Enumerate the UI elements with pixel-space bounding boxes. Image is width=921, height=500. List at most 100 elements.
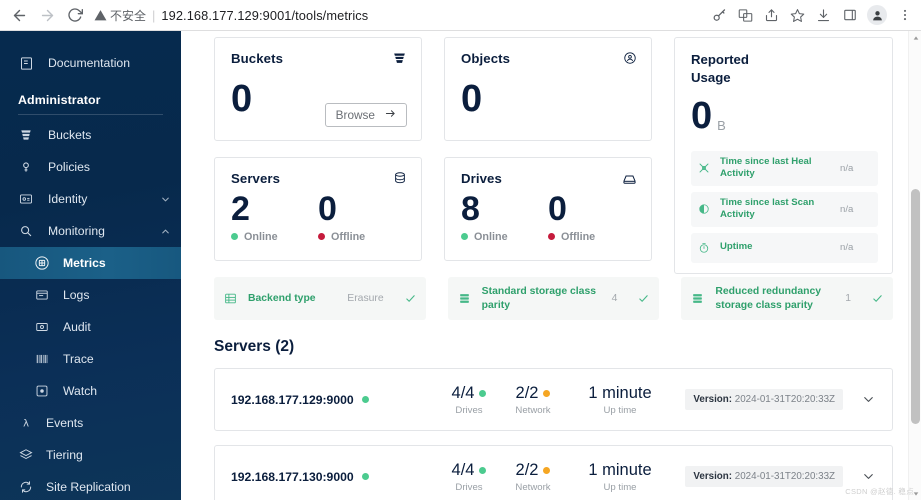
buckets-card[interactable]: Buckets 0 Browse — [214, 37, 422, 141]
browse-button[interactable]: Browse — [324, 103, 407, 127]
server-host: 192.168.177.129:9000 — [231, 393, 437, 407]
drives-online: 8 Online — [461, 190, 548, 243]
cluster-status-strip: Backend type Erasure Standard storage cl… — [214, 277, 894, 321]
sidebar-item-label: Tiering — [46, 448, 83, 462]
servers-online: 2 Online — [231, 191, 318, 243]
drives-card-title: Drives — [461, 171, 502, 186]
omnibox-separator: | — [152, 7, 156, 23]
scroll-up-arrow-icon[interactable] — [909, 31, 921, 44]
server-row[interactable]: 192.168.177.130:9000 4/4 Drives 2/2 Netw… — [214, 445, 893, 500]
server-row[interactable]: 192.168.177.129:9000 4/4 Drives 2/2 Netw… — [214, 368, 893, 432]
back-arrow-icon[interactable] — [6, 2, 32, 28]
more-menu-icon[interactable] — [892, 3, 917, 28]
server-version-prefix: Version: — [693, 394, 733, 406]
sidebar-item-clipped[interactable] — [0, 31, 181, 47]
server-status-dot — [361, 396, 369, 404]
reload-icon[interactable] — [62, 2, 88, 28]
sidebar-item-watch[interactable]: Watch — [0, 375, 181, 407]
check-icon — [405, 293, 416, 304]
sidebar-item-documentation[interactable]: Documentation — [0, 47, 181, 79]
sidebar-item-label: Monitoring — [48, 224, 105, 238]
offline-status-dot — [318, 233, 325, 241]
page-scrollbar[interactable] — [908, 31, 921, 500]
sidebar-item-label: Trace — [63, 352, 94, 366]
chevron-up-icon[interactable] — [160, 226, 171, 237]
address-bar[interactable]: 不安全 | 192.168.177.129:9001/tools/metrics — [94, 3, 699, 27]
bucket-icon — [392, 51, 407, 66]
usage-row-label: Time since last Scan Activity — [720, 196, 815, 221]
usage-row-value: n/a — [840, 242, 854, 253]
server-version-value: 2024-01-31T20:20:33Z — [734, 394, 835, 406]
metrics-row-top: Buckets 0 Browse Objects 0 — [214, 37, 652, 141]
backend-grid-icon — [224, 292, 239, 305]
servers-stats: 2 Online 0 Offline — [231, 191, 405, 243]
chevron-down-icon[interactable] — [861, 392, 876, 407]
status-chip-value: 1 — [845, 293, 852, 305]
reported-usage-value-row: 0 B — [691, 97, 878, 135]
usage-row-label: Uptime — [720, 241, 753, 253]
server-drives-label: Drives — [455, 481, 483, 493]
sidebar-item-audit[interactable]: Audit — [0, 311, 181, 343]
objects-card[interactable]: Objects 0 — [444, 37, 652, 141]
policies-icon — [18, 159, 34, 175]
svg-text:λ: λ — [23, 419, 29, 430]
sidebar-item-metrics[interactable]: Metrics — [0, 247, 181, 279]
buckets-icon — [18, 127, 34, 143]
sidebar-item-buckets[interactable]: Buckets — [0, 119, 181, 151]
reported-usage-unit: B — [717, 117, 726, 133]
sidebar-item-label: Site Replication — [46, 480, 131, 494]
scrollbar-thumb[interactable] — [911, 189, 920, 424]
translate-icon[interactable] — [733, 3, 758, 28]
status-chip-backend-type: Backend type Erasure — [214, 277, 426, 321]
server-version-badge: Version: 2024-01-31T20:20:33Z — [685, 466, 843, 488]
forward-arrow-icon[interactable] — [34, 2, 60, 28]
sidebar-item-events[interactable]: λ Events — [0, 407, 181, 439]
scan-icon — [698, 203, 712, 215]
heal-icon — [698, 162, 712, 174]
drives-status-dot — [479, 389, 487, 397]
servers-offline-label: Offline — [331, 230, 366, 243]
usage-row-heal: Time since last Heal Activity n/a — [691, 150, 878, 186]
server-drives-value: 4/4 — [451, 460, 475, 479]
reported-usage-card: Reported Usage 0 B Time since last Heal … — [674, 37, 893, 274]
objects-icon — [623, 51, 637, 65]
usage-row-value: n/a — [840, 203, 854, 215]
share-icon[interactable] — [759, 3, 784, 28]
side-panel-icon[interactable] — [837, 3, 862, 28]
chevron-down-icon[interactable] — [160, 194, 171, 205]
servers-card[interactable]: Servers 2 Online 0 Offline — [214, 157, 422, 261]
sidebar-item-policies[interactable]: Policies — [0, 151, 181, 183]
sidebar-item-label: Events — [46, 416, 84, 430]
sidebar-item-label: Logs — [63, 288, 90, 302]
bookmark-star-icon[interactable] — [785, 3, 810, 28]
sidebar-divider — [18, 114, 163, 115]
key-icon[interactable] — [707, 3, 732, 28]
usage-row-scan: Time since last Scan Activity n/a — [691, 191, 878, 227]
profile-icon[interactable] — [867, 5, 887, 25]
security-warning[interactable]: 不安全 — [94, 7, 146, 24]
drives-card[interactable]: Drives 8 Online 0 Offline — [444, 157, 652, 261]
online-status-dot — [461, 233, 468, 241]
events-lambda-icon: λ — [18, 415, 34, 431]
network-status-dot — [543, 389, 551, 397]
metrics-page: Buckets 0 Browse Objects 0 Servers 2 Onl… — [181, 31, 921, 500]
sidebar-item-identity[interactable]: Identity — [0, 183, 181, 215]
status-chip-standard-parity: Standard storage class parity 4 — [447, 277, 660, 321]
server-uptime-value: 1 minute — [588, 383, 652, 402]
chevron-down-icon[interactable] — [861, 469, 876, 484]
sidebar-item-monitoring[interactable]: Monitoring — [0, 215, 181, 247]
sidebar-item-tiering[interactable]: Tiering — [0, 439, 181, 471]
sidebar-scroll-area: Documentation Administrator Buckets Poli… — [0, 31, 181, 500]
drives-stats: 8 Online 0 Offline — [461, 190, 635, 243]
site-replication-icon — [18, 479, 34, 495]
sidebar-item-label: Watch — [63, 384, 98, 398]
monitoring-search-icon — [18, 223, 34, 239]
sidebar-item-logs[interactable]: Logs — [0, 279, 181, 311]
sidebar-item-trace[interactable]: Trace — [0, 343, 181, 375]
metrics-row-second: Servers 2 Online 0 Offline Drives 8 Onli… — [214, 157, 652, 261]
drives-online-value: 8 — [461, 190, 480, 228]
sidebar-item-label: Audit — [63, 320, 91, 334]
sidebar-item-site-replication[interactable]: Site Replication — [0, 471, 181, 500]
check-icon — [638, 293, 649, 304]
download-icon[interactable] — [811, 3, 836, 28]
